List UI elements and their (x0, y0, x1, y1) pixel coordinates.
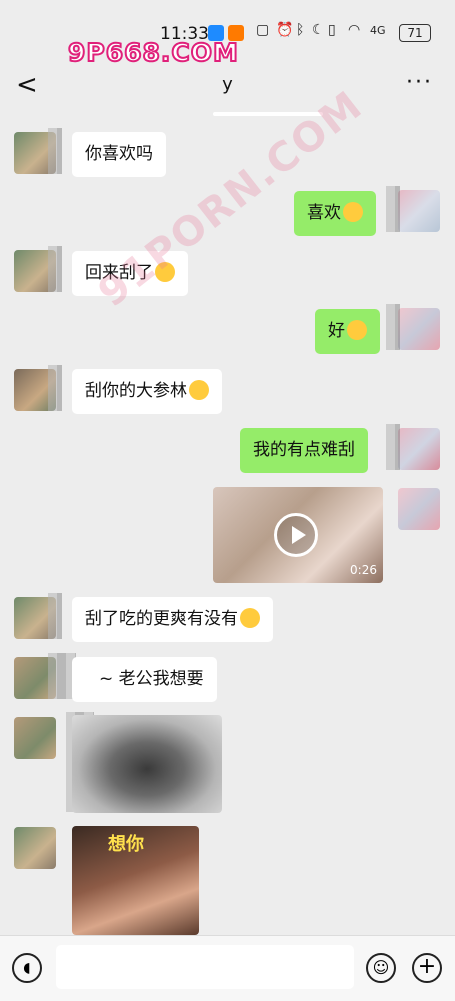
message-text: 刮了吃的更爽有没有 (85, 609, 238, 629)
message-text: 好 (328, 321, 345, 341)
self-avatar[interactable] (398, 488, 440, 530)
wifi-icon: ◠ (348, 22, 361, 38)
image-message[interactable]: 想你 (72, 826, 199, 935)
message-bubble[interactable]: ~ 老公我想要 (72, 657, 217, 702)
grin-emoji-icon (347, 320, 367, 340)
emoji-icon[interactable]: ☺ (366, 953, 396, 983)
message-bubble[interactable]: 刮你的大参林 (72, 369, 222, 414)
blurred-name (386, 304, 400, 350)
message-bubble[interactable]: 喜欢 (294, 191, 376, 236)
more-options-button[interactable]: ··· (406, 70, 433, 95)
battery-icon: 71 (399, 24, 431, 42)
blurred-name (386, 186, 400, 232)
blurred-name (386, 424, 400, 470)
blurred-name (48, 246, 62, 292)
message-bubble[interactable]: 我的有点难刮 (240, 428, 368, 473)
message-bubble[interactable]: 好 (315, 309, 380, 354)
message-bubble[interactable]: 你喜欢吗 (72, 132, 166, 177)
chat-header: < y ··· (0, 62, 455, 112)
moon-icon: ☾ (312, 22, 325, 38)
voice-icon[interactable]: ◖ (12, 953, 42, 983)
image-caption: 想你 (108, 834, 144, 855)
plus-icon[interactable]: + (412, 953, 442, 983)
bluetooth-icon: ᛒ (296, 22, 305, 38)
message-bubble[interactable]: 刮了吃的更爽有没有 (72, 597, 273, 642)
nfc-icon: ▢ (256, 22, 270, 38)
contact-avatar[interactable] (14, 717, 56, 759)
video-message[interactable]: 0:26 (213, 487, 383, 583)
video-duration: 0:26 (350, 563, 377, 577)
input-bar: ◖ ☺ + (0, 935, 455, 1001)
grin-emoji-icon (189, 380, 209, 400)
play-icon[interactable] (274, 513, 318, 557)
blurred-name (48, 593, 62, 639)
image-message-lips[interactable] (72, 715, 222, 813)
message-text: 喜欢 (307, 203, 341, 223)
message-text: 你喜欢吗 (85, 144, 153, 164)
message-text: 我的有点难刮 (253, 440, 355, 460)
self-avatar[interactable] (398, 190, 440, 232)
self-avatar[interactable] (398, 428, 440, 470)
contact-avatar[interactable] (14, 827, 56, 869)
blurred-name (48, 365, 62, 411)
message-text: ~ 老公我想要 (99, 669, 204, 689)
chat-title: y (222, 74, 233, 95)
heart-eyes-emoji-icon (343, 202, 363, 222)
self-avatar[interactable] (398, 308, 440, 350)
heart-eyes-emoji-icon (240, 608, 260, 628)
signal-icon: 4G (370, 24, 386, 37)
blurred-name (48, 128, 62, 174)
message-text: 刮你的大参林 (85, 381, 187, 401)
vibrate-icon: ▯ (328, 22, 336, 38)
message-input[interactable] (56, 945, 354, 989)
alarm-icon: ⏰ (276, 22, 294, 38)
